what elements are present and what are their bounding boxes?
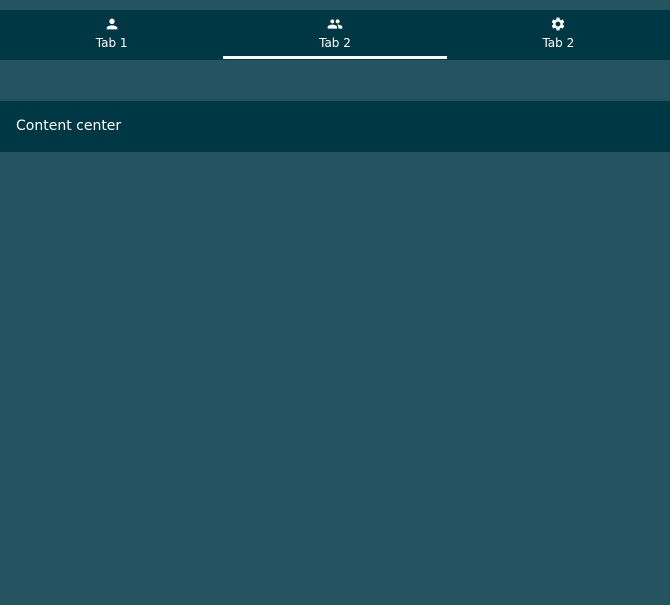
gear-icon [550, 16, 566, 32]
tab-1[interactable]: Tab 1 [0, 10, 223, 60]
person-icon [104, 16, 120, 32]
group-icon [327, 16, 343, 32]
tab-1-label: Tab 1 [95, 36, 128, 50]
tab-2[interactable]: Tab 2 [223, 10, 447, 60]
content-text: Content center [16, 118, 122, 134]
tab-bar: Tab 1 Tab 2 Tab 2 [0, 10, 670, 60]
active-tab-indicator [223, 56, 447, 59]
tab-3-label: Tab 2 [542, 36, 575, 50]
content-bar: Content center [0, 101, 670, 152]
tab-3[interactable]: Tab 2 [447, 10, 670, 60]
tab-2-label: Tab 2 [319, 36, 351, 50]
